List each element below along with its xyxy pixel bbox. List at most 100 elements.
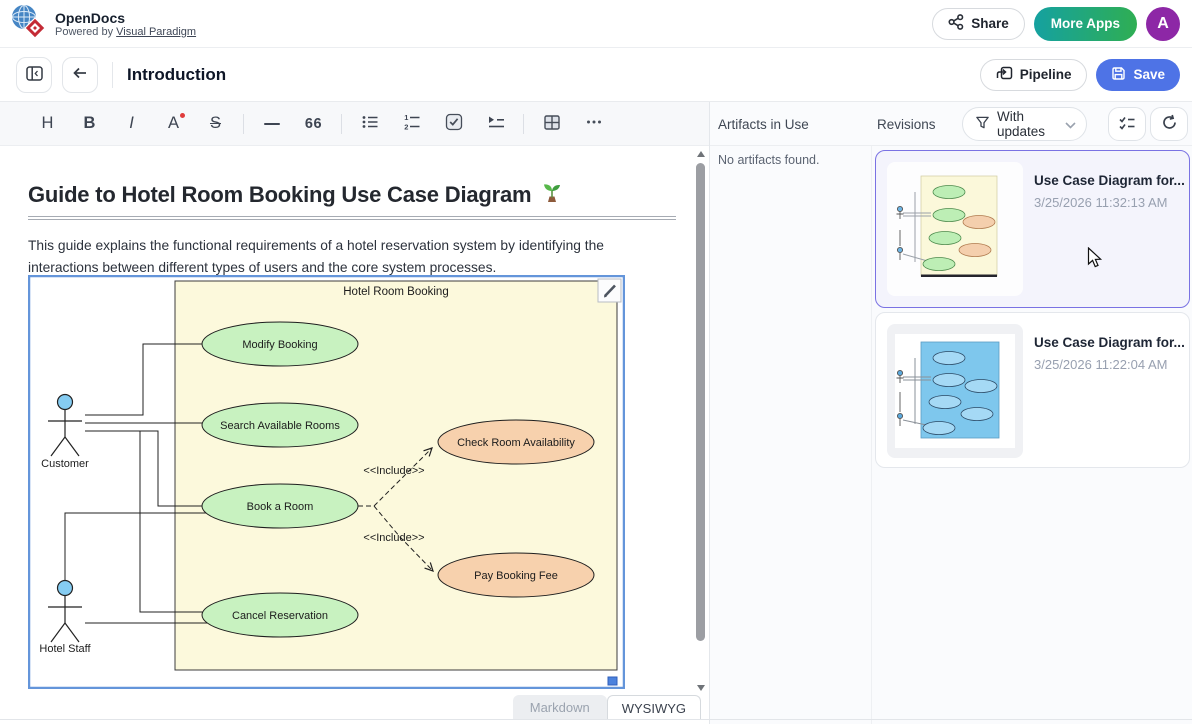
back-button[interactable]: [62, 57, 98, 93]
page-title: Introduction: [127, 65, 226, 85]
panel-column-divider: [871, 146, 872, 724]
edit-diagram-button[interactable]: [598, 279, 621, 302]
use-case-search-available-rooms: Search Available Rooms: [202, 403, 358, 447]
svg-text:2: 2: [404, 123, 408, 132]
right-panel: Artifacts in Use Revisions With updates: [710, 102, 1192, 724]
artifacts-in-use-title: Artifacts in Use: [718, 102, 809, 146]
sidebar-panel-icon: [26, 66, 43, 84]
more-options-button[interactable]: [579, 109, 608, 138]
revision-title: Use Case Diagram for...: [1034, 335, 1185, 350]
refresh-button[interactable]: [1150, 107, 1188, 141]
panel-header: Artifacts in Use Revisions With updates: [710, 102, 1192, 146]
revision-timestamp: 3/25/2026 11:22:04 AM: [1034, 357, 1167, 372]
include-label-lower: <<Include>>: [363, 532, 424, 544]
pipeline-icon: [996, 65, 1013, 84]
blockquote-button[interactable]: 66: [299, 109, 328, 138]
svg-text:1: 1: [404, 113, 408, 122]
horizontal-rule-button[interactable]: [257, 109, 286, 138]
revision-thumbnail[interactable]: [887, 162, 1023, 296]
use-case-book-a-room: Book a Room: [202, 484, 358, 528]
checklist-icon: [1118, 115, 1136, 134]
revisions-title: Revisions: [877, 102, 936, 146]
indent-button[interactable]: [481, 109, 510, 138]
divider: [112, 62, 113, 88]
use-case-modify-booking: Modify Booking: [202, 322, 358, 366]
svg-text:Search Available Rooms: Search Available Rooms: [220, 420, 340, 432]
bold-button[interactable]: B: [75, 109, 104, 138]
checkbox-icon: [445, 113, 463, 134]
user-avatar[interactable]: A: [1146, 7, 1180, 41]
ordered-list-icon: 1 2: [403, 113, 421, 134]
indent-icon: [487, 113, 505, 134]
toolbar-divider: [243, 114, 244, 134]
editor-scrollbar[interactable]: [695, 148, 707, 694]
share-button[interactable]: Share: [932, 8, 1025, 40]
toolbar-divider: [341, 114, 342, 134]
seedling-emoji-icon: [540, 180, 564, 210]
document-paragraph: This guide explains the functional requi…: [28, 235, 658, 278]
pipeline-button[interactable]: Pipeline: [980, 59, 1088, 91]
table-icon: [543, 114, 561, 134]
svg-text:Hotel Staff: Hotel Staff: [39, 643, 91, 655]
svg-text:Check Room Availability: Check Room Availability: [457, 437, 575, 449]
svg-text:Cancel Reservation: Cancel Reservation: [232, 610, 328, 622]
use-case-diagram[interactable]: Hotel Room Booking: [28, 275, 625, 689]
editor-area: H B I A S 66 1 2: [0, 102, 710, 724]
use-case-cancel-reservation: Cancel Reservation: [202, 593, 358, 637]
tab-wysiwyg[interactable]: WYSIWYG: [607, 695, 701, 720]
scrollbar-thumb[interactable]: [696, 163, 705, 641]
more-apps-button[interactable]: More Apps: [1034, 7, 1137, 41]
save-icon: [1111, 66, 1126, 84]
app-name: OpenDocs: [55, 10, 196, 26]
bullet-list-button[interactable]: [355, 109, 384, 138]
formatting-toolbar: H B I A S 66 1 2: [0, 102, 709, 146]
toggle-sidebar-button[interactable]: [16, 57, 52, 93]
tab-markdown[interactable]: Markdown: [513, 695, 607, 720]
svg-text:Pay Booking Fee: Pay Booking Fee: [474, 570, 558, 582]
horizontal-rule-icon: [264, 123, 280, 125]
svg-text:Modify Booking: Modify Booking: [242, 339, 317, 351]
share-icon: [948, 14, 964, 33]
svg-text:Book a Room: Book a Room: [247, 501, 314, 513]
chevron-down-icon: [1065, 117, 1076, 132]
use-case-pay-booking-fee: Pay Booking Fee: [438, 553, 594, 597]
revision-thumbnail[interactable]: [887, 324, 1023, 458]
document-heading: Guide to Hotel Room Booking Use Case Dia…: [28, 180, 678, 210]
document-bar: Introduction Pipeline Save: [0, 48, 1192, 102]
bullet-list-icon: [361, 113, 379, 134]
artifacts-empty-message: No artifacts found.: [718, 153, 819, 167]
italic-button[interactable]: I: [117, 109, 146, 138]
strikethrough-button[interactable]: S: [201, 109, 230, 138]
diagram-title: Hotel Room Booking: [343, 286, 448, 298]
editor-mode-tabs: Markdown WYSIWYG: [513, 695, 701, 720]
scroll-up-arrow-icon[interactable]: [697, 151, 705, 157]
ellipsis-icon: [585, 113, 603, 134]
include-label-upper: <<Include>>: [363, 465, 424, 477]
revision-card[interactable]: Use Case Diagram for... 3/25/2026 11:32:…: [875, 150, 1190, 308]
revision-title: Use Case Diagram for...: [1034, 173, 1185, 188]
revision-card[interactable]: Use Case Diagram for... 3/25/2026 11:22:…: [875, 312, 1190, 468]
revision-filter-dropdown[interactable]: With updates: [962, 107, 1087, 141]
resize-handle[interactable]: [608, 677, 617, 685]
refresh-icon: [1161, 114, 1178, 134]
content-bottom-divider: [0, 719, 1192, 720]
app-logo-icon: [10, 3, 47, 45]
revision-timestamp: 3/25/2026 11:32:13 AM: [1034, 195, 1167, 210]
toolbar-divider: [523, 114, 524, 134]
task-list-button[interactable]: [439, 109, 468, 138]
font-color-button[interactable]: A: [159, 109, 188, 138]
scroll-down-arrow-icon[interactable]: [697, 685, 705, 691]
heading-underline: [28, 216, 676, 220]
table-button[interactable]: [537, 109, 566, 138]
back-arrow-icon: [72, 66, 88, 83]
powered-by: Powered by Visual Paradigm: [55, 26, 196, 38]
revision-checklist-button[interactable]: [1108, 107, 1146, 141]
save-button[interactable]: Save: [1096, 59, 1180, 91]
svg-text:Customer: Customer: [41, 458, 89, 470]
filter-funnel-icon: [975, 115, 990, 133]
ordered-list-button[interactable]: 1 2: [397, 109, 426, 138]
app-header: OpenDocs Powered by Visual Paradigm Shar…: [0, 0, 1192, 48]
visual-paradigm-link[interactable]: Visual Paradigm: [116, 26, 196, 38]
use-case-check-room-availability: Check Room Availability: [438, 420, 594, 464]
heading-button[interactable]: H: [33, 109, 62, 138]
